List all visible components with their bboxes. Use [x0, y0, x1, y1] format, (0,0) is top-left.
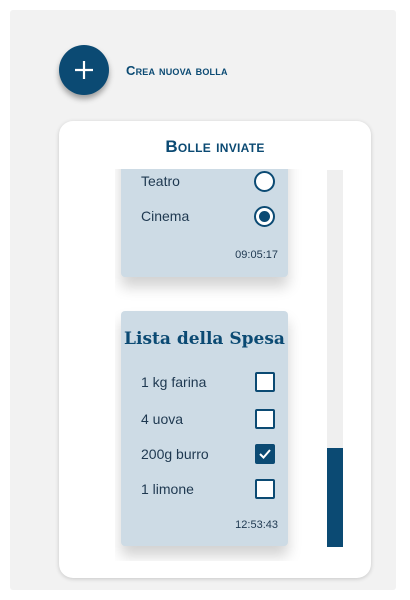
- poll-option-label: Cinema: [141, 208, 190, 224]
- main-panel: Crea nuova bolla Bolle inviate Teatro Ci…: [10, 10, 396, 590]
- sent-bubbles-card: Bolle inviate Teatro Cinema 09:05:17 Lis…: [59, 121, 371, 578]
- radio-dot: [259, 210, 270, 222]
- poll-option-teatro[interactable]: Teatro: [141, 169, 277, 193]
- sent-bubbles-title: Bolle inviate: [165, 137, 265, 156]
- list-item-label: 4 uova: [141, 411, 184, 427]
- checkbox[interactable]: [255, 409, 275, 429]
- checkbox[interactable]: [255, 372, 275, 392]
- radio-button-selected[interactable]: [254, 205, 275, 227]
- list-item[interactable]: 4 uova: [141, 407, 277, 431]
- checkbox-checked[interactable]: [255, 444, 275, 464]
- new-bubble-label[interactable]: Crea nuova bolla: [126, 63, 228, 78]
- list-item[interactable]: 1 kg farina: [141, 370, 277, 394]
- bubbles-scroll-area[interactable]: Teatro Cinema 09:05:17 Lista della Spesa…: [115, 169, 303, 561]
- bubble-timestamp: 09:05:17: [235, 249, 278, 261]
- bubble-poll: Teatro Cinema 09:05:17: [121, 169, 288, 277]
- scrollbar-track[interactable]: [327, 170, 343, 547]
- bubble-timestamp: 12:53:43: [235, 519, 278, 531]
- poll-option-label: Teatro: [141, 173, 180, 189]
- list-item-label: 200g burro: [141, 446, 209, 462]
- list-item-label: 1 kg farina: [141, 374, 207, 390]
- bubble-title: Lista della Spesa: [124, 329, 285, 349]
- list-item-label: 1 limone: [141, 481, 194, 497]
- bubble-shopping-list: Lista della Spesa 1 kg farina 4 uova 200…: [121, 311, 288, 546]
- new-bubble-button[interactable]: [59, 45, 109, 95]
- list-item[interactable]: 1 limone: [141, 477, 277, 501]
- checkbox[interactable]: [255, 479, 275, 499]
- plus-icon: [75, 61, 93, 79]
- scrollbar-thumb[interactable]: [327, 448, 343, 547]
- check-icon: [259, 449, 271, 459]
- poll-option-cinema[interactable]: Cinema: [141, 204, 277, 228]
- radio-button[interactable]: [254, 170, 275, 192]
- list-item[interactable]: 200g burro: [141, 442, 277, 466]
